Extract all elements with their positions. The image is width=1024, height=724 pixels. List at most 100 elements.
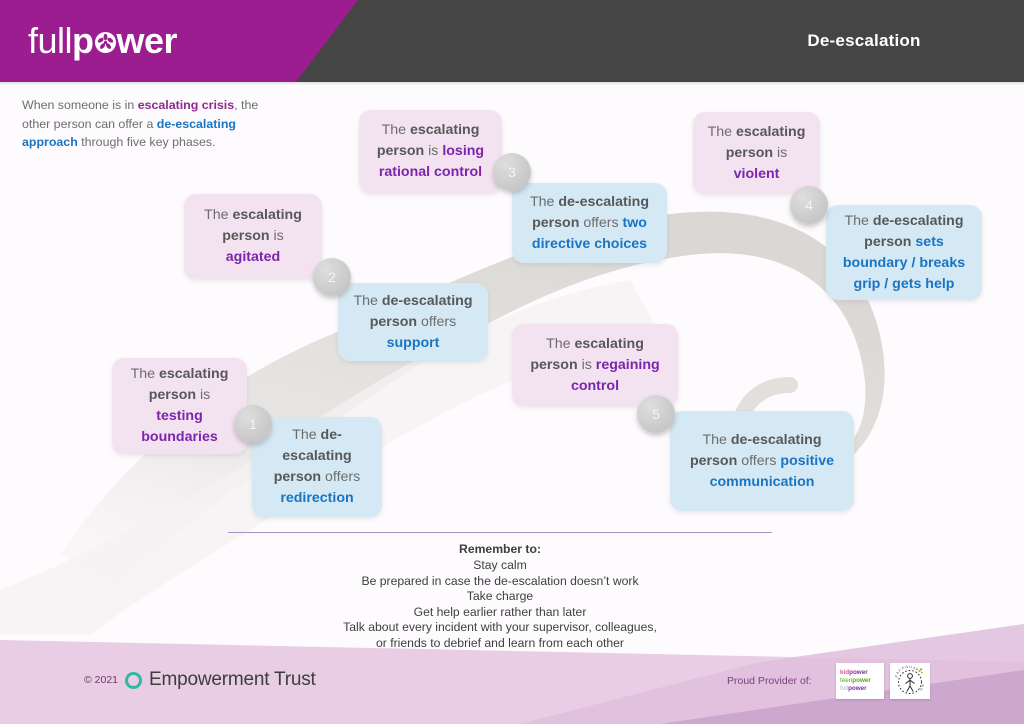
logo-text-full: full [28, 20, 73, 61]
label-verb: offers [417, 313, 457, 330]
label-person: person [376, 143, 425, 159]
label-pre: The [844, 212, 873, 229]
kidpower-line-2: teenpower [840, 677, 884, 685]
remember-title: Remember to: [459, 542, 541, 556]
page-header: full p wer De-escalation [0, 0, 1024, 82]
label-deescalating: de-escalating [381, 292, 473, 309]
phase-number: 4 [805, 197, 813, 213]
proud-provider-label: Proud Provider of: [727, 675, 812, 687]
label-deescalating: de-escalating [558, 193, 650, 210]
label-deescalating: de-escalating [730, 431, 822, 448]
phase-number: 2 [328, 269, 336, 285]
logo-text-p: p [72, 20, 94, 61]
label-person: person [530, 356, 578, 373]
label-pre: The [702, 431, 731, 448]
phase-1-deescalating-card: The de-escalating person offers redirect… [252, 417, 382, 517]
label-verb: is [269, 228, 284, 244]
label-verb: is [577, 356, 592, 373]
remember-line: Stay calm [473, 558, 527, 572]
label-verb: offers [737, 452, 777, 469]
label-state: testing boundaries [141, 408, 218, 445]
phase-4-deescalating-card: The de-escalating person sets boundary /… [826, 205, 982, 300]
teenpower-teen: teen [840, 676, 853, 684]
label-person: person [148, 387, 197, 403]
label-state: violent [733, 165, 780, 182]
fullpower-power: power [848, 685, 867, 693]
label-deescalating: de-escalating [872, 212, 964, 229]
phase-5-deescalating-card: The de-escalating person offers positive… [670, 411, 854, 511]
label-pre: The [292, 427, 321, 443]
label-escalating: escalating [158, 366, 229, 382]
label-verb: offers [321, 469, 361, 485]
label-pre: The [381, 122, 410, 138]
safeguarding-award-icon: S A F E G U A R D [894, 665, 925, 694]
kidpower-logo: kidpower teenpower fullpower [836, 663, 884, 699]
phase-5-escalating-card: The escalating person is regaining contr… [512, 324, 678, 406]
label-pre: The [204, 207, 233, 223]
phase-2-escalating-card: The escalating person is agitated [184, 194, 322, 279]
copyright-year: © 2021 [84, 674, 119, 686]
kidpower-line-3: fullpower [840, 685, 884, 693]
label-action: redirection [280, 490, 354, 506]
svg-text:A: A [913, 666, 917, 671]
label-pre: The [546, 335, 575, 352]
label-person: person [689, 452, 738, 469]
intro-emphasis-escalating-crisis: escalating crisis [137, 98, 235, 112]
label-person: person [725, 144, 774, 161]
svg-text:G: G [905, 665, 909, 669]
copyright-block: © 2021 Empowerment Trust [84, 669, 316, 691]
phase-5-number-bubble: 5 [637, 395, 675, 433]
phase-4-number-bubble: 4 [790, 186, 828, 224]
phase-2-number-bubble: 2 [313, 258, 351, 296]
label-action: support [386, 334, 440, 351]
label-person: person [369, 313, 418, 330]
phase-1-number-bubble: 1 [234, 405, 272, 443]
intro-part3: through five key phases. [77, 135, 216, 149]
label-person: person [273, 469, 322, 485]
pinwheel-icon [94, 31, 117, 54]
safeguarding-award-logo: S A F E G U A R D [890, 663, 930, 699]
label-escalating: escalating [735, 123, 806, 140]
phase-3-deescalating-card: The de-escalating person offers two dire… [512, 183, 667, 263]
label-pre: The [353, 292, 382, 309]
phase-1-escalating-card: The escalating person is testing boundar… [112, 358, 247, 454]
label-verb: is [196, 387, 211, 403]
svg-text:D: D [919, 687, 924, 692]
kidpower-line-1: kidpower [840, 669, 884, 677]
label-pre: The [707, 123, 736, 140]
phase-4-escalating-card: The escalating person is violent [693, 112, 820, 194]
label-verb: offers [579, 214, 619, 231]
phase-number: 3 [508, 164, 516, 180]
label-person: person [532, 214, 580, 231]
page-title: De-escalation [807, 31, 921, 50]
phase-number: 5 [652, 406, 660, 422]
teenpower-power: power [852, 676, 871, 684]
remember-line: Be prepared in case the de-escalation do… [361, 573, 639, 588]
logo-text-wer: wer [116, 20, 178, 61]
phase-3-escalating-card: The escalating person is losing rational… [359, 110, 502, 193]
label-state: agitated [225, 249, 281, 265]
label-person: person [864, 233, 912, 250]
label-escalating: escalating [574, 335, 644, 352]
label-pre: The [130, 366, 159, 382]
phase-number: 1 [249, 416, 257, 432]
phase-3-number-bubble: 3 [493, 153, 531, 191]
empowerment-ring-icon [125, 671, 143, 689]
intro-text: When someone is in escalating crisis, th… [22, 96, 278, 152]
intro-part1: When someone is in [22, 98, 138, 112]
organization-name: Empowerment Trust [149, 669, 316, 690]
footer-band [0, 624, 1024, 724]
infographic-page: full p wer De-escalation When someone is i… [0, 0, 1024, 724]
label-pre: The [529, 193, 559, 210]
label-escalating: escalating [232, 207, 302, 223]
section-divider [228, 532, 772, 533]
phase-2-deescalating-card: The de-escalating person offers support [338, 283, 488, 361]
label-verb: is [773, 144, 788, 161]
fullpower-full: full [840, 685, 849, 693]
label-person: person [222, 228, 270, 244]
label-verb: is [424, 143, 439, 159]
kidpower-kid: kid [840, 668, 850, 676]
fullpower-logo: full p wer [28, 20, 178, 62]
kidpower-power: power [849, 668, 868, 676]
label-escalating: escalating [409, 122, 480, 138]
